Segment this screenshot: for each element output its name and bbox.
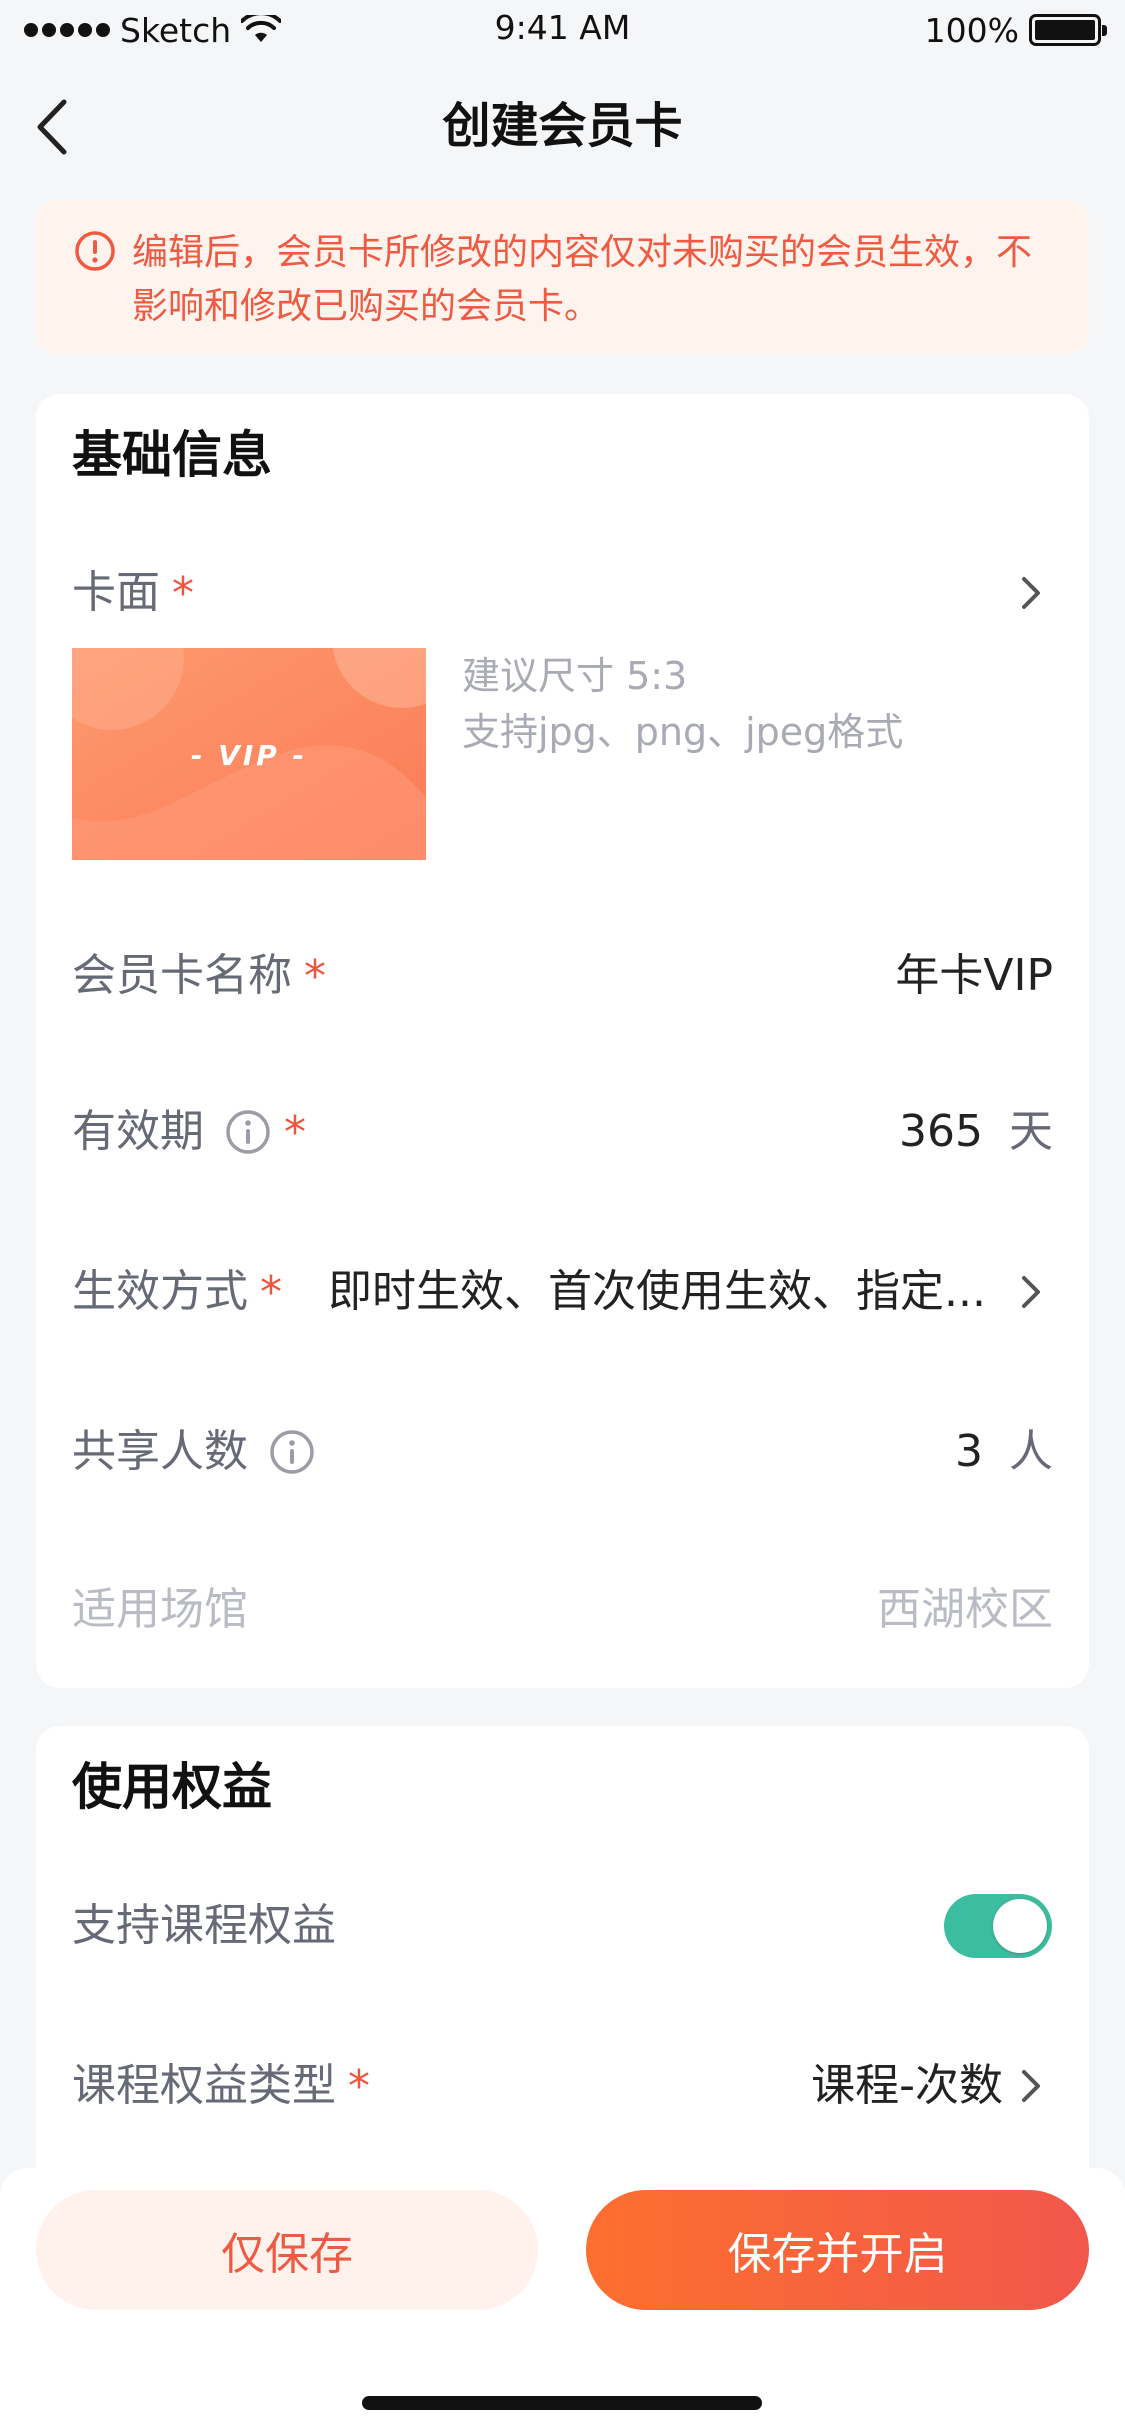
course-support-toggle[interactable] — [944, 1894, 1052, 1958]
validity-row: 有效期 * — [72, 1104, 306, 1160]
card-face-label: 卡面 — [72, 567, 160, 618]
share-count-input[interactable]: 3 — [955, 1426, 983, 1477]
effect-mode-row[interactable]: 生效方式 * — [72, 1264, 282, 1320]
info-circle-icon[interactable] — [268, 1428, 316, 1476]
page-title: 创建会员卡 — [442, 98, 683, 154]
required-mark: * — [304, 950, 326, 1002]
card-name-row: 会员卡名称 * — [72, 948, 326, 1004]
home-indicator[interactable] — [362, 2396, 762, 2410]
course-support-label: 支持课程权益 — [72, 1900, 336, 1951]
share-count-value-group: 3人 — [955, 1424, 1053, 1480]
validity-label: 有效期 — [72, 1106, 204, 1157]
card-face-image[interactable]: - VIP - — [72, 648, 426, 860]
card-face-hint-size: 建议尺寸 5:3 — [462, 654, 688, 698]
notice-text: 编辑后，会员卡所修改的内容仅对未购买的会员生效，不影响和修改已购买的会员卡。 — [132, 232, 1033, 327]
share-count-label: 共享人数 — [72, 1426, 248, 1477]
course-type-label: 课程权益类型 — [72, 2060, 336, 2111]
venue-label: 适用场馆 — [72, 1584, 248, 1635]
chevron-right-icon[interactable] — [1016, 1270, 1046, 1314]
validity-unit: 天 — [1009, 1106, 1053, 1157]
effect-mode-label: 生效方式 — [72, 1266, 248, 1317]
card-face-text: - VIP - — [191, 739, 307, 772]
basic-info-title: 基础信息 — [72, 426, 272, 484]
battery-percent: 100% — [924, 10, 1019, 50]
validity-input[interactable]: 365 — [899, 1106, 983, 1157]
card-name-input[interactable]: 年卡VIP — [895, 948, 1053, 1004]
chevron-right-icon[interactable] — [1016, 571, 1046, 615]
battery-icon — [1029, 14, 1107, 46]
card-face-row[interactable]: 卡面 * — [72, 565, 194, 621]
venue-value[interactable]: 西湖校区 — [877, 1582, 1053, 1638]
status-right: 100% — [924, 8, 1107, 52]
chevron-right-icon[interactable] — [1016, 2064, 1046, 2108]
info-circle-icon[interactable] — [224, 1108, 272, 1156]
required-mark: * — [260, 1266, 282, 1318]
share-count-row: 共享人数 — [72, 1424, 316, 1480]
required-mark: * — [284, 1106, 306, 1158]
required-mark: * — [172, 567, 194, 619]
save-only-button[interactable]: 仅保存 — [36, 2190, 538, 2310]
card-face-hint-formats: 支持jpg、png、jpeg格式 — [462, 710, 904, 754]
benefits-title: 使用权益 — [72, 1758, 272, 1816]
toggle-knob — [993, 1899, 1047, 1953]
share-count-unit: 人 — [1009, 1426, 1053, 1477]
status-bar: Sketch 9:41 AM 100% — [0, 0, 1125, 60]
card-face-art: - VIP - — [72, 648, 426, 860]
required-mark: * — [348, 2060, 370, 2112]
notice-banner: 编辑后，会员卡所修改的内容仅对未购买的会员生效，不影响和修改已购买的会员卡。 — [36, 200, 1089, 354]
card-name-label: 会员卡名称 — [72, 950, 292, 1001]
save-and-open-button[interactable]: 保存并开启 — [586, 2190, 1089, 2310]
effect-mode-value[interactable]: 即时生效、首次使用生效、指定... — [328, 1264, 994, 1320]
course-type-row[interactable]: 课程权益类型 * — [72, 2058, 370, 2114]
course-type-value[interactable]: 课程-次数 — [811, 2058, 1003, 2114]
alert-circle-icon — [75, 231, 115, 271]
validity-value-group: 365 天 — [899, 1104, 1053, 1160]
